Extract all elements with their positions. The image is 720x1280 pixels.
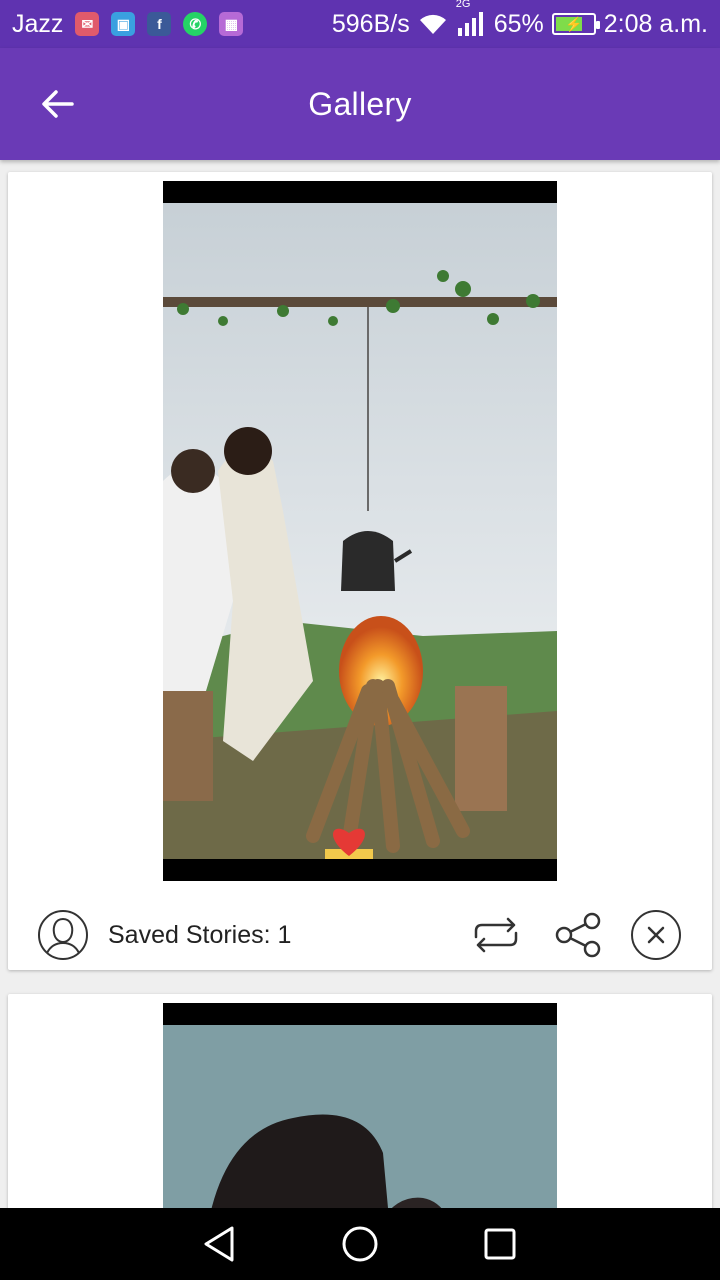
story-actions: Saved Stories: 1 [8,907,712,963]
page-title: Gallery [308,85,412,122]
delete-button[interactable] [630,909,682,961]
signal-icon: 2G [456,0,486,36]
share-icon [555,912,601,958]
share-button[interactable] [552,909,604,961]
network-speed: 596B/s [331,9,410,38]
nav-back-button[interactable] [190,1214,250,1274]
mail-icon: ✉ [75,12,100,36]
square-recents-icon [484,1228,516,1260]
profile-avatar-icon[interactable] [37,909,89,961]
circle-home-icon [342,1226,378,1262]
whatsapp-icon: ✆ [183,12,208,36]
carrier-name: Jazz [12,9,64,38]
system-navigation-bar [0,1208,720,1280]
battery-percent: 65% [493,9,544,38]
saved-stories-count: Saved Stories: 1 [108,921,292,949]
android-icon: ▣ [111,12,136,36]
gallery-icon: ▦ [219,12,244,36]
triangle-back-icon [204,1226,234,1262]
status-bar: Jazz ✉ ▣ f ✆ ▦ 596B/s 2G 65% ⚡ 2:08 a.m. [0,0,720,48]
story-video-thumbnail[interactable] [163,181,557,881]
story-card: Saved Stories: 1 [8,172,712,970]
nav-home-button[interactable] [330,1214,390,1274]
repeat-icon [474,917,518,953]
notification-icons: ✉ ▣ f ✆ ▦ [75,12,244,36]
arrow-back-icon [42,90,74,118]
back-button[interactable] [30,76,86,132]
close-circle-icon [631,910,681,960]
app-bar: Gallery [0,48,720,160]
facebook-icon: f [147,12,172,36]
battery-icon: ⚡ [551,13,600,35]
wifi-icon [419,14,446,34]
clock: 2:08 a.m. [603,9,708,38]
repost-button[interactable] [470,909,522,961]
nav-recents-button[interactable] [470,1214,530,1274]
